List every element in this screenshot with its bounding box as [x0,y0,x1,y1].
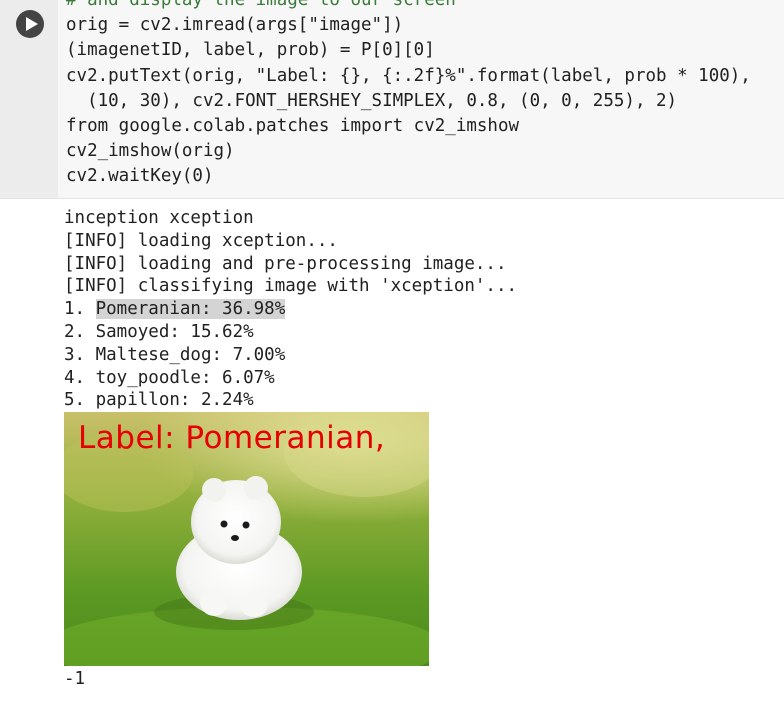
run-cell-button[interactable] [16,10,44,38]
cell-output: inception xception [INFO] loading xcepti… [64,207,517,412]
code-editor[interactable]: # and display the image to our screen or… [66,0,751,190]
code-line: cv2.waitKey(0) [66,166,214,187]
prediction-line: 3. Maltese_dog: 7.00% [64,344,286,365]
code-line: cv2.putText(orig, "Label: {}, {:.2f}%".f… [66,65,751,86]
output-line: [INFO] loading and pre-processing image.… [64,253,507,274]
prediction-line: 4. toy_poodle: 6.07% [64,367,275,388]
prediction-line: 2. Samoyed: 15.62% [64,321,254,342]
code-line: orig = cv2.imread(args["image"]) [66,15,404,36]
return-value: -1 [64,669,86,689]
code-line: (imagenetID, label, prob) = P[0][0] [66,40,435,61]
play-icon [25,17,38,31]
code-line: (10, 30), cv2.FONT_HERSHEY_SIMPLEX, 0.8,… [66,90,678,111]
prediction-line: 5. papillon: 2.24% [64,390,254,411]
prediction-highlight: Pomeranian: 36.98% [95,299,286,320]
output-line: [INFO] loading xception... [64,230,338,251]
code-line: cv2_imshow(orig) [66,141,235,162]
prediction-line: 1. Pomeranian: 36.98% [64,299,286,320]
image-overlay-label: Label: Pomeranian, [78,420,386,456]
output-line: [INFO] classifying image with 'xception'… [64,276,518,297]
cell-gutter [0,0,58,198]
output-line: inception xception [64,208,254,228]
output-image: Label: Pomeranian, [64,412,429,666]
cell-divider [0,198,784,199]
code-cell[interactable]: # and display the image to our screen or… [0,0,784,198]
code-line: # and display the image to our screen [66,0,456,10]
code-line: from google.colab.patches import cv2_ims… [66,116,520,137]
